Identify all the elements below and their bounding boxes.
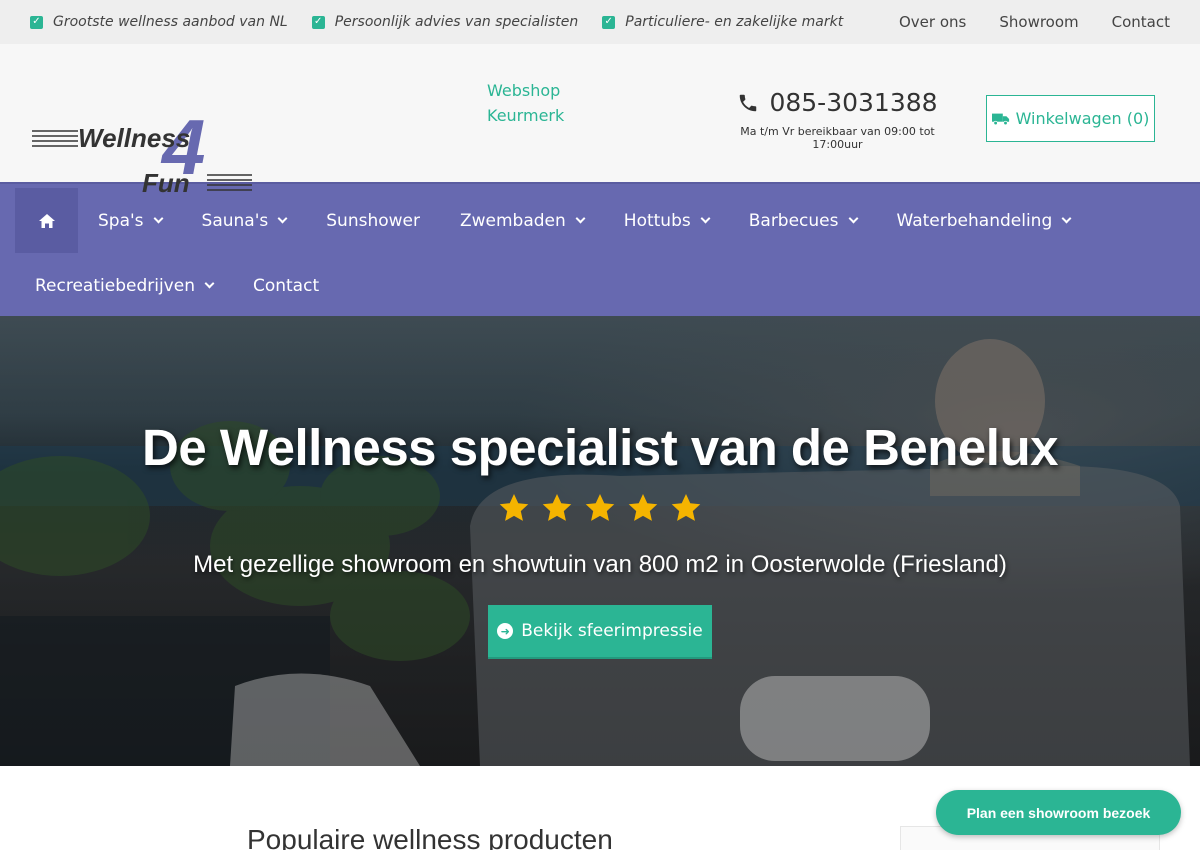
phone-number[interactable]: 085-3031388 xyxy=(720,88,955,117)
arrow-circle-right-icon: ➜ xyxy=(497,623,514,639)
chevron-down-icon xyxy=(700,213,711,224)
svg-text:Wellness: Wellness xyxy=(78,123,190,153)
top-links: Over ons Showroom Contact xyxy=(899,13,1170,31)
phone-label: 085-3031388 xyxy=(769,88,938,117)
usp-item: ✓ Grootste wellness aanbod van NL xyxy=(30,14,288,30)
nav-item-label: Contact xyxy=(252,275,320,296)
truck-icon xyxy=(991,113,1009,125)
hero-subtitle: Met gezellige showroom en showtuin van 8… xyxy=(193,551,1007,578)
check-icon: ✓ xyxy=(602,15,616,29)
nav-item-barbecues[interactable]: Barbecues xyxy=(729,188,877,253)
star-icon xyxy=(585,494,615,521)
chevron-down-icon xyxy=(575,213,586,224)
chevron-down-icon xyxy=(153,213,163,224)
cart-button[interactable]: Winkelwagen (0) xyxy=(986,95,1155,142)
nav-item-label: Zwembaden xyxy=(459,210,566,231)
check-icon: ✓ xyxy=(311,15,325,29)
chevron-down-icon xyxy=(1061,213,1072,224)
webshop-keurmerk-image[interactable]: Webshop Keurmerk xyxy=(487,78,607,128)
nav-item-hottubs[interactable]: Hottubs xyxy=(604,188,729,253)
hero-background-image xyxy=(0,339,1200,766)
home-icon xyxy=(38,213,55,228)
nav-item-label: Waterbehandeling xyxy=(896,210,1053,231)
nav-item-label: Barbecues xyxy=(748,210,839,231)
main-navigation: Spa's Sauna's Sunshower Zwembaden Hottub… xyxy=(0,182,1200,316)
star-rating xyxy=(0,492,1200,524)
nav-row: Recreatiebedrijven Contact xyxy=(15,253,1185,318)
nav-item-label: Sauna's xyxy=(201,210,269,231)
nav-item-label: Spa's xyxy=(98,210,144,231)
section-heading: Populaire wellness producten xyxy=(247,824,613,850)
top-bar: ✓ Grootste wellness aanbod van NL ✓ Pers… xyxy=(0,0,1200,44)
chevron-down-icon xyxy=(204,278,215,289)
hero-title: De Wellness specialist van de Benelux xyxy=(142,419,1058,476)
star-icon xyxy=(628,494,658,521)
nav-item-sunshower[interactable]: Sunshower xyxy=(306,188,440,253)
nav-item-label: Recreatiebedrijven xyxy=(35,275,195,296)
button-label: Bekijk sfeerimpressie xyxy=(521,621,703,641)
usp-label: Persoonlijk advies van specialisten xyxy=(334,14,579,30)
sfeerimpressie-button[interactable]: ➜ Bekijk sfeerimpressie xyxy=(488,605,712,659)
usp-item: ✓ Particuliere- en zakelijke markt xyxy=(602,14,843,30)
chevron-down-icon xyxy=(277,213,288,224)
opening-hours: Ma t/m Vr bereikbaar van 09:00 tot 17:00… xyxy=(740,125,935,151)
top-link-contact[interactable]: Contact xyxy=(1112,13,1170,31)
phone-icon xyxy=(740,94,757,111)
plan-showroom-visit-button[interactable]: Plan een showroom bezoek xyxy=(936,790,1181,835)
usp-list: ✓ Grootste wellness aanbod van NL ✓ Pers… xyxy=(30,14,843,30)
nav-item-label: Hottubs xyxy=(623,210,691,231)
top-link-over-ons[interactable]: Over ons xyxy=(899,13,966,31)
star-icon xyxy=(499,494,529,521)
nav-item-label: Sunshower xyxy=(326,210,420,231)
site-header: 4 Wellness Fun Webshop Keurmerk 085-3031… xyxy=(0,44,1200,198)
check-icon: ✓ xyxy=(30,15,43,29)
chevron-down-icon xyxy=(848,213,858,224)
wellness4fun-logo[interactable]: 4 Wellness Fun xyxy=(32,74,254,199)
phone-block: 085-3031388 Ma t/m Vr bereikbaar van 09:… xyxy=(720,88,955,151)
nav-item-recreatiebedrijven[interactable]: Recreatiebedrijven xyxy=(15,253,233,318)
usp-item: ✓ Persoonlijk advies van specialisten xyxy=(311,14,579,30)
star-icon xyxy=(671,494,701,521)
top-link-showroom[interactable]: Showroom xyxy=(999,13,1078,31)
nav-item-contact[interactable]: Contact xyxy=(233,253,339,318)
hero-banner: De Wellness specialist van de Benelux Me… xyxy=(0,316,1200,766)
usp-label: Grootste wellness aanbod van NL xyxy=(53,14,288,30)
svg-text:Fun: Fun xyxy=(142,168,190,198)
star-icon xyxy=(542,494,572,521)
nav-item-waterbehandeling[interactable]: Waterbehandeling xyxy=(877,188,1091,253)
cart-label: Winkelwagen (0) xyxy=(1015,109,1150,128)
usp-label: Particuliere- en zakelijke markt xyxy=(625,14,844,30)
nav-item-zwembaden[interactable]: Zwembaden xyxy=(440,188,604,253)
